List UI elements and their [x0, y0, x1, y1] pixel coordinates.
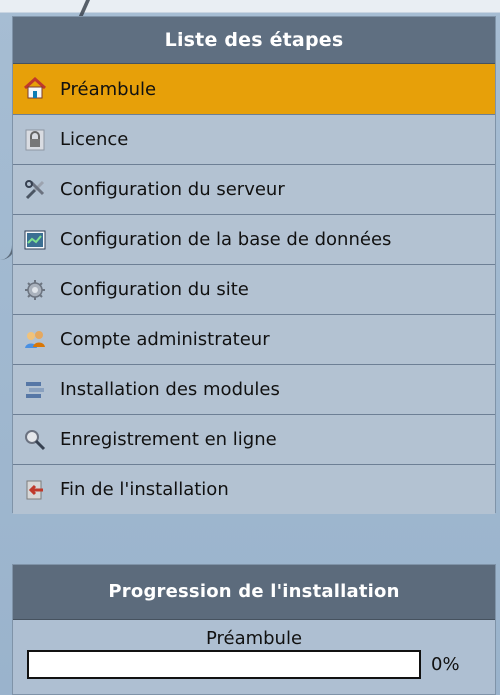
step-online-registration[interactable]: Enregistrement en ligne	[13, 414, 495, 464]
step-label: Compte administrateur	[60, 329, 270, 350]
step-label: Enregistrement en ligne	[60, 429, 277, 450]
step-licence[interactable]: Licence	[13, 114, 495, 164]
step-database-configuration[interactable]: Configuration de la base de données	[13, 214, 495, 264]
tools-icon	[23, 178, 47, 202]
home-icon	[23, 77, 47, 101]
step-modules-installation[interactable]: Installation des modules	[13, 364, 495, 414]
progress-row: 0%	[13, 650, 495, 684]
top-decoration	[0, 0, 500, 18]
database-icon	[23, 228, 47, 252]
search-icon	[23, 428, 47, 452]
progress-panel: Progression de l'installation Préambule …	[12, 564, 496, 695]
progress-bar	[27, 650, 421, 679]
step-label: Configuration du site	[60, 279, 249, 300]
progress-percent: 0%	[431, 654, 460, 675]
step-installation-finish[interactable]: Fin de l'installation	[13, 464, 495, 514]
lock-icon	[23, 128, 47, 152]
step-label: Préambule	[60, 78, 157, 100]
modules-icon	[23, 378, 47, 402]
current-step-label: Préambule	[205, 628, 303, 649]
step-label: Installation des modules	[60, 379, 280, 400]
step-label: Configuration de la base de données	[60, 229, 392, 250]
installer-page: Liste des étapes Préambule Licence Confi…	[0, 0, 500, 695]
users-icon	[23, 328, 47, 352]
step-label: Configuration du serveur	[60, 179, 285, 200]
step-label: Fin de l'installation	[60, 479, 229, 500]
steps-panel: Liste des étapes Préambule Licence Confi…	[12, 16, 496, 514]
step-preambule[interactable]: Préambule	[13, 64, 495, 114]
step-label: Licence	[60, 129, 129, 150]
step-server-configuration[interactable]: Configuration du serveur	[13, 164, 495, 214]
steps-panel-title: Liste des étapes	[13, 17, 495, 64]
progress-panel-title: Progression de l'installation	[13, 565, 495, 620]
step-admin-account[interactable]: Compte administrateur	[13, 314, 495, 364]
gear-icon	[23, 278, 47, 302]
step-site-configuration[interactable]: Configuration du site	[13, 264, 495, 314]
exit-icon	[23, 478, 47, 502]
